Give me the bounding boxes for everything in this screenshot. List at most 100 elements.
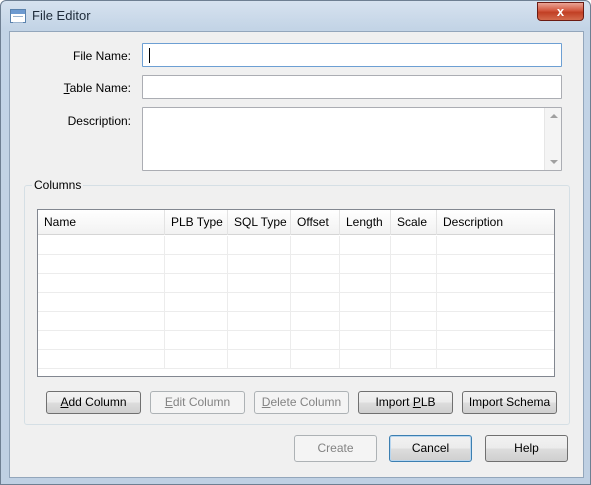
table-cell [340, 255, 391, 274]
columns-group-label: Columns [32, 178, 84, 192]
table-cell [38, 255, 165, 274]
columns-table-header: Name PLB Type SQL Type Offset Length Sca… [38, 210, 554, 235]
file-name-input[interactable] [142, 43, 562, 67]
table-cell [291, 350, 340, 369]
table-cell [38, 236, 165, 255]
scroll-down-icon[interactable] [550, 160, 558, 164]
table-cell [165, 293, 228, 312]
dialog-body: File Name: Table Name: Description: Colu… [9, 31, 584, 478]
text-caret [149, 48, 150, 63]
table-row[interactable] [38, 312, 554, 331]
description-scrollbar[interactable] [544, 108, 561, 170]
table-cell [437, 331, 554, 350]
table-name-label-text: able Name: [69, 81, 131, 95]
table-cell [437, 312, 554, 331]
table-cell [291, 274, 340, 293]
cancel-button[interactable]: Cancel [389, 435, 472, 462]
table-cell [437, 255, 554, 274]
import-plb-label-start: Import [375, 395, 413, 409]
close-button[interactable]: x [537, 2, 584, 21]
table-cell [165, 255, 228, 274]
table-cell [38, 293, 165, 312]
table-cell [38, 312, 165, 331]
add-column-label: dd Column [68, 395, 127, 409]
import-plb-label-end: LB [420, 395, 436, 409]
scroll-up-icon[interactable] [550, 114, 558, 118]
column-header-name[interactable]: Name [38, 210, 165, 235]
delete-column-button[interactable]: Delete Column [254, 391, 349, 414]
table-cell [228, 274, 291, 293]
table-row[interactable] [38, 293, 554, 312]
table-name-input[interactable] [142, 75, 562, 99]
table-cell [165, 350, 228, 369]
table-cell [228, 293, 291, 312]
table-cell [228, 312, 291, 331]
table-cell [391, 350, 437, 369]
table-cell [340, 350, 391, 369]
table-name-label: Table Name: [11, 81, 131, 95]
table-row[interactable] [38, 274, 554, 293]
column-header-offset[interactable]: Offset [291, 210, 340, 235]
edit-column-button[interactable]: Edit Column [150, 391, 245, 414]
import-schema-button[interactable]: Import Schema [462, 391, 557, 414]
table-cell [228, 255, 291, 274]
table-cell [391, 255, 437, 274]
column-header-sql-type[interactable]: SQL Type [228, 210, 291, 235]
table-cell [437, 274, 554, 293]
import-plb-mnemonic: P [412, 395, 421, 409]
table-row[interactable] [38, 331, 554, 350]
create-button[interactable]: Create [294, 435, 377, 462]
file-editor-window: File Editor x File Name: Table Name: Des… [0, 0, 591, 485]
columns-table-body[interactable] [38, 236, 554, 376]
description-textarea[interactable] [142, 107, 562, 171]
table-cell [165, 274, 228, 293]
edit-column-mnemonic: E [164, 395, 173, 409]
column-header-length[interactable]: Length [340, 210, 391, 235]
table-row[interactable] [38, 236, 554, 255]
table-cell [291, 331, 340, 350]
table-cell [340, 331, 391, 350]
table-cell [391, 331, 437, 350]
table-cell [391, 236, 437, 255]
table-cell [228, 331, 291, 350]
table-cell [391, 293, 437, 312]
table-cell [228, 350, 291, 369]
table-cell [291, 312, 340, 331]
table-cell [291, 255, 340, 274]
title-bar[interactable]: File Editor x [1, 1, 590, 31]
table-cell [165, 312, 228, 331]
table-cell [165, 236, 228, 255]
close-icon: x [556, 4, 565, 19]
file-name-label: File Name: [72, 49, 131, 63]
table-cell [165, 331, 228, 350]
edit-column-label: dit Column [172, 395, 231, 409]
import-plb-button[interactable]: Import PLB [358, 391, 453, 414]
table-cell [38, 350, 165, 369]
table-window-icon [10, 9, 26, 23]
table-cell [437, 236, 554, 255]
columns-table[interactable]: Name PLB Type SQL Type Offset Length Sca… [37, 209, 555, 377]
table-cell [228, 236, 291, 255]
delete-column-label: elete Column [270, 395, 342, 409]
help-button[interactable]: Help [485, 435, 568, 462]
column-header-description[interactable]: Description [437, 210, 554, 235]
table-cell [291, 236, 340, 255]
description-label: Description: [67, 114, 131, 128]
window-title: File Editor [32, 8, 91, 23]
table-cell [38, 274, 165, 293]
table-cell [340, 274, 391, 293]
table-cell [340, 312, 391, 331]
column-header-scale[interactable]: Scale [391, 210, 437, 235]
table-cell [340, 293, 391, 312]
add-column-button[interactable]: Add Column [46, 391, 141, 414]
column-header-plb-type[interactable]: PLB Type [165, 210, 228, 235]
table-row[interactable] [38, 350, 554, 369]
table-cell [437, 293, 554, 312]
table-cell [391, 312, 437, 331]
table-cell [340, 236, 391, 255]
table-cell [437, 350, 554, 369]
table-cell [38, 331, 165, 350]
table-row[interactable] [38, 255, 554, 274]
table-cell [391, 274, 437, 293]
table-cell [291, 293, 340, 312]
